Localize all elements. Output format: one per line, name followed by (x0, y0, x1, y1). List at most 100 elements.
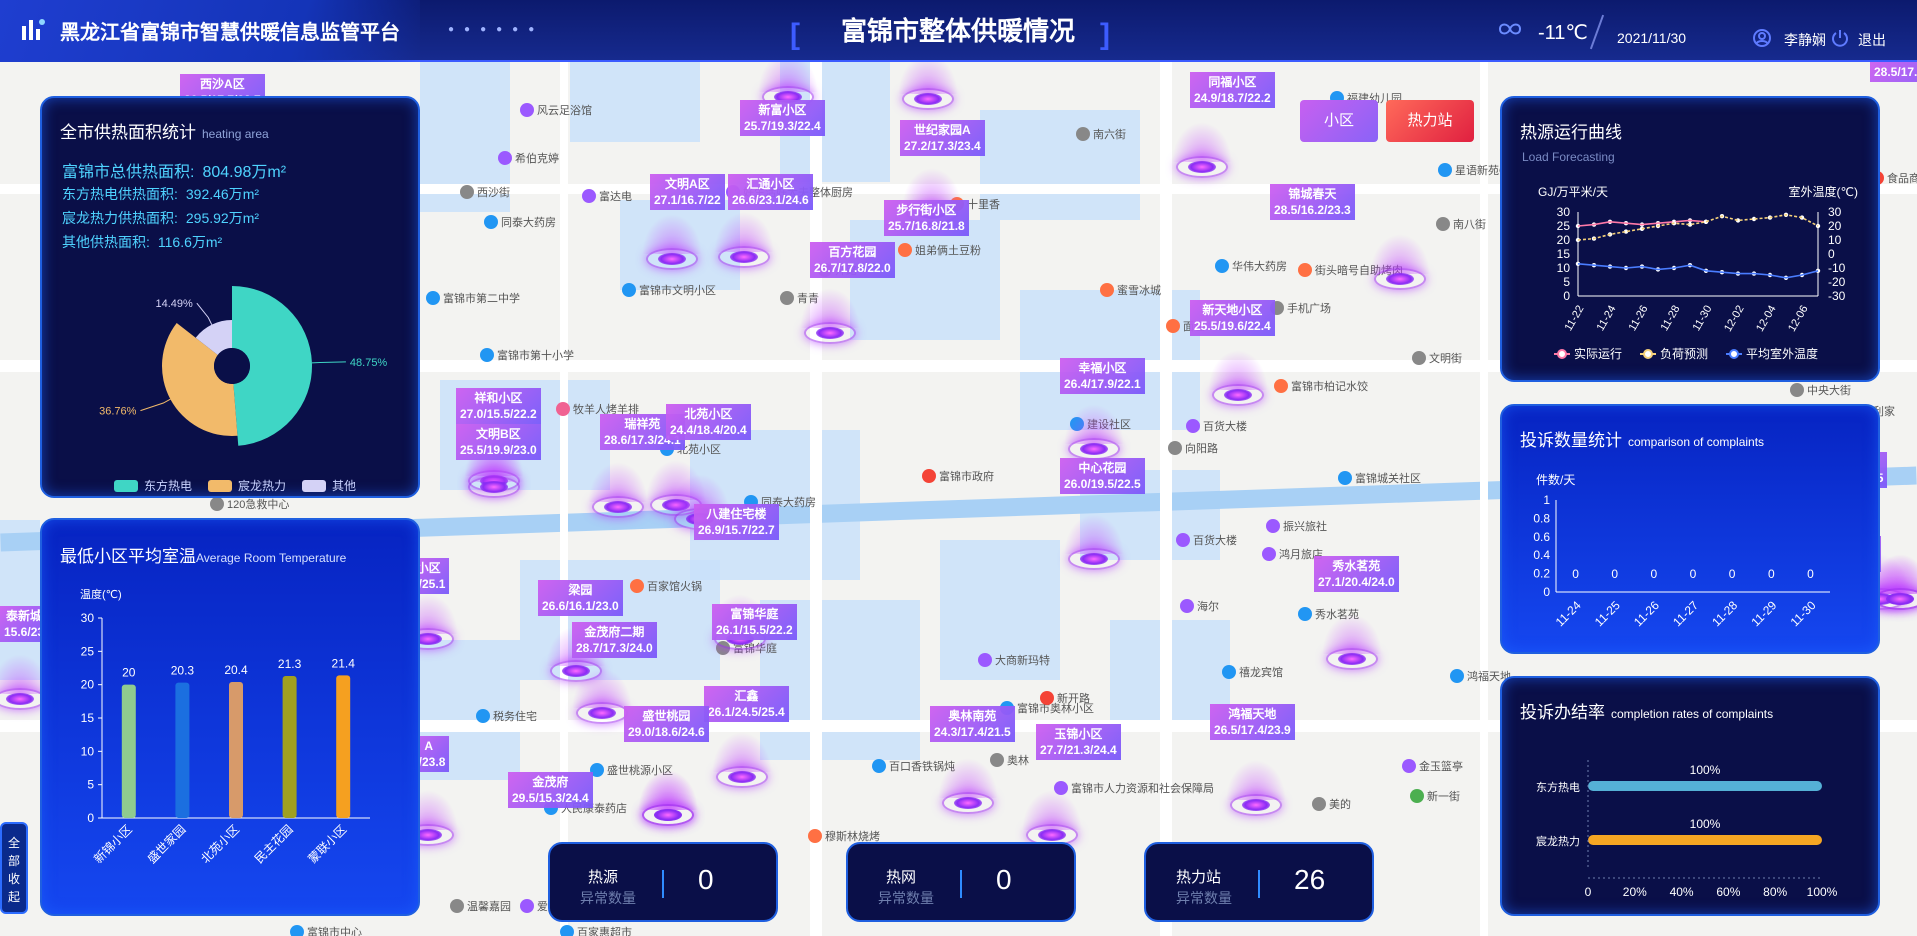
map-poi[interactable]: 文明街 (1412, 350, 1462, 366)
power-icon[interactable] (1830, 28, 1850, 48)
heat-station-marker-icon[interactable] (1034, 514, 1154, 580)
map-poi[interactable]: 同泰大药房 (484, 214, 556, 230)
map-poi[interactable]: 富锦市政府 (922, 468, 994, 484)
map-poi[interactable]: 百货大楼 (1186, 418, 1247, 434)
map-poi[interactable]: 西沙街 (460, 184, 510, 200)
map-poi[interactable]: 南六街 (1076, 126, 1126, 142)
heat-station-marker-icon[interactable] (1142, 122, 1262, 188)
heat-station-marker-icon[interactable] (770, 288, 890, 354)
station-label[interactable]: 文明B区 25.5/19.9/23.0 (456, 424, 541, 460)
collapse-all-button[interactable]: 全部收起 (0, 822, 28, 914)
poi-label: 同泰大药房 (501, 217, 556, 229)
map-poi[interactable]: 百家馆火锅 (630, 578, 702, 594)
map-poi[interactable]: 蜜雪冰城 (1100, 282, 1161, 298)
map-poi[interactable]: 手机广场 (1270, 300, 1331, 316)
poi-label: 百货大楼 (1193, 535, 1237, 547)
heat-station-marker-icon[interactable] (434, 442, 554, 508)
poi-label: 新开路 (1057, 693, 1090, 705)
station-label[interactable]: 新天地小区 25.5/19.6/22.4 (1190, 300, 1275, 336)
heat-station-marker-icon[interactable] (868, 54, 988, 120)
station-label[interactable]: 富锦华庭 26.1/15.5/22.2 (712, 604, 797, 640)
map-poi[interactable]: 向阳路 (1168, 440, 1218, 456)
heat-station-marker-icon[interactable] (1178, 350, 1298, 416)
poi-label: 奥林 (1007, 755, 1029, 767)
station-label[interactable]: 汇鑫 26.1/24.5/25.4 (704, 686, 789, 722)
station-label[interactable]: 中心花园 26.0/19.5/22.5 (1060, 458, 1145, 494)
station-label[interactable]: 步行街小区 25.7/16.8/21.8 (884, 200, 969, 236)
map-poi[interactable]: 富锦市第十小学 (480, 347, 574, 363)
poi-label: 中央大街 (1807, 385, 1851, 397)
station-label[interactable]: 同福小区 24.9/18.7/22.2 (1190, 72, 1275, 108)
station-label[interactable]: 玉锦小区 27.7/21.3/24.4 (1036, 724, 1121, 760)
station-label[interactable]: 梁园 26.6/16.1/23.0 (538, 580, 623, 616)
station-label[interactable]: 金茂府 29.5/15.3/24.4 (508, 772, 593, 808)
series-line (1577, 213, 1819, 241)
abnormal-heat-source[interactable]: 热源 异常数量 0 (548, 842, 778, 922)
station-toggle-button[interactable]: 热力站 (1386, 100, 1474, 142)
heat-station-marker-icon[interactable] (1340, 234, 1460, 300)
map-poi[interactable]: 富锦城关社区 (1338, 470, 1421, 486)
heat-station-marker-icon[interactable] (684, 212, 804, 278)
station-label[interactable]: 金茂府二期 28.7/17.3/24.0 (572, 622, 657, 658)
station-label[interactable]: 锦城春天 28.5/16.2/23.3 (1270, 184, 1355, 220)
map-poi[interactable]: 百货大楼 (1176, 532, 1237, 548)
station-label[interactable]: 祥和小区 27.0/15.5/22.2 (456, 388, 541, 424)
station-label[interactable]: 百方花园 26.7/17.8/22.0 (810, 242, 895, 278)
map-poi[interactable]: 海尔 (1180, 598, 1219, 614)
station-label[interactable]: 文明A区 27.1/16.7/22 (650, 174, 725, 210)
poi-label: 富锦市第二中学 (443, 293, 520, 305)
map-poi[interactable]: 富达电 (582, 188, 632, 204)
station-label[interactable]: 汇通小区 26.6/23.1/24.6 (728, 174, 813, 210)
station-name: 奥林南苑 (948, 709, 997, 723)
map-poi[interactable]: 振兴旅社 (1266, 518, 1327, 534)
map-poi[interactable]: 禧龙宾馆 (1222, 664, 1283, 680)
heat-station-marker-icon[interactable] (1292, 614, 1412, 680)
station-label[interactable]: 八建住宅楼 26.9/15.7/22.7 (694, 504, 779, 540)
data-label: 0 (1729, 567, 1736, 581)
map-poi[interactable]: 富锦市第二中学 (426, 290, 520, 306)
complaints-panel: 投诉数量统计 comparison of complaints 件数/天 0 0.2 0… (1500, 404, 1880, 654)
map-poi[interactable]: 希伯克婷 (498, 150, 559, 166)
station-label[interactable]: 盛世桃园 29.0/18.6/24.6 (624, 706, 709, 742)
station-label[interactable]: 世纪家园A 27.2/17.3/23.4 (900, 120, 985, 156)
map-poi[interactable]: 风云足浴馆 (520, 102, 592, 118)
map-poi[interactable]: 中央大街 (1790, 382, 1851, 398)
map-poi[interactable]: 百家惠超市 (560, 924, 632, 936)
community-toggle-button[interactable]: 小区 (1300, 100, 1378, 142)
poi-marker-icon (1262, 547, 1276, 561)
panel-title: 投诉数量统计 comparison of complaints (1520, 426, 1764, 451)
map-poi[interactable]: 新开路 (1040, 690, 1090, 706)
panel-title: 热源运行曲线 (1520, 118, 1622, 143)
heat-station-marker-icon[interactable] (1196, 760, 1316, 826)
station-label[interactable]: 鸿福天地 26.5/17.4/23.9 (1210, 704, 1295, 740)
poi-marker-icon (1176, 533, 1190, 547)
user-name[interactable]: 李静娴 (1784, 30, 1826, 50)
poi-marker-icon (1166, 319, 1180, 333)
station-label[interactable]: 新富小区 25.7/19.3/22.4 (740, 100, 825, 136)
map-poi[interactable]: 富锦市中心 (290, 924, 362, 936)
map-poi[interactable]: 南八街 (1436, 216, 1486, 232)
map-poi[interactable]: 120急救中心 (210, 496, 289, 512)
map-poi[interactable]: 温馨嘉园 (450, 898, 511, 914)
map-poi[interactable]: 富锦市文明小区 (622, 282, 716, 298)
station-label[interactable]: 奥林南苑 24.3/17.4/21.5 (930, 706, 1015, 742)
legend-label: 负荷预测 (1660, 347, 1708, 361)
station-label[interactable]: 28.5/17.2/23.0 (1870, 62, 1917, 82)
map-poi[interactable]: 税务住宅 (476, 708, 537, 724)
map-poi[interactable]: 大商新玛特 (978, 652, 1050, 668)
abnormal-heat-network[interactable]: 热网 异常数量 0 (846, 842, 1076, 922)
map-poi[interactable]: 美的 (1312, 796, 1351, 812)
heat-station-marker-icon[interactable] (608, 770, 728, 836)
map-poi[interactable]: 新一街 (1410, 788, 1460, 804)
user-icon[interactable] (1752, 28, 1772, 48)
map-poi[interactable]: 姐弟俩土豆粉 (898, 242, 981, 258)
heat-station-marker-icon[interactable] (682, 732, 802, 798)
logout-button[interactable]: 退出 (1858, 30, 1886, 50)
map-poi[interactable]: 华伟大药房 (1215, 258, 1287, 274)
map-poi[interactable]: 金玉篮亭 (1402, 758, 1463, 774)
station-label[interactable]: 秀水茗苑 27.1/20.4/24.0 (1314, 556, 1399, 592)
station-label[interactable]: 北苑小区 24.4/18.4/20.4 (666, 404, 751, 440)
x-tick-label: 11-28 (1659, 304, 1683, 334)
abnormal-heat-station[interactable]: 热力站 异常数量 26 (1144, 842, 1374, 922)
station-label[interactable]: 幸福小区 26.4/17.9/22.1 (1060, 358, 1145, 394)
